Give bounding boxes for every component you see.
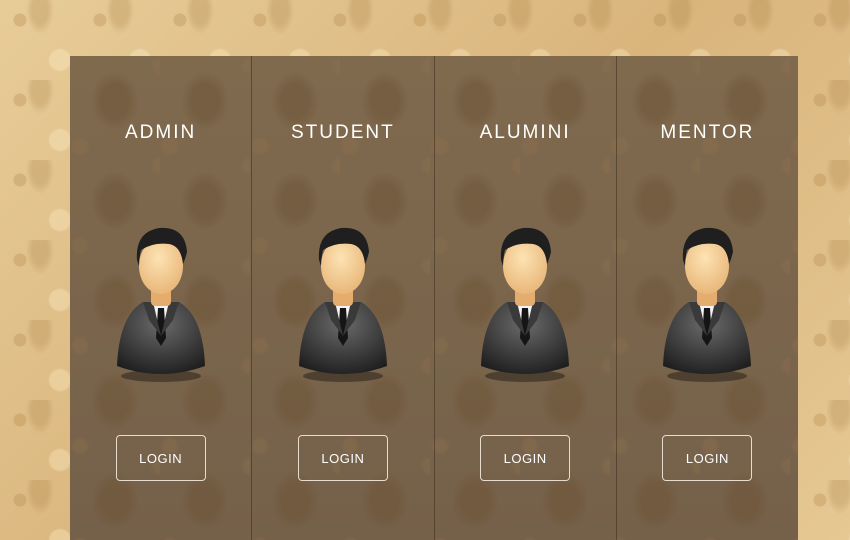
user-avatar-icon	[116, 227, 205, 382]
role-title-mentor: MENTOR	[660, 122, 755, 143]
role-card-mentor: MENTOR LOGIN	[617, 56, 798, 540]
role-panel: ADMIN LOGIN STUDENT LOGIN ALUMINI LOGIN …	[70, 56, 798, 540]
role-title-alumini: ALUMINI	[479, 122, 571, 143]
login-button-admin[interactable]: LOGIN	[115, 435, 206, 481]
user-avatar-icon	[663, 227, 752, 382]
login-button-mentor[interactable]: LOGIN	[662, 435, 753, 481]
role-card-admin: ADMIN LOGIN	[70, 56, 253, 540]
role-title-student: STUDENT	[291, 122, 395, 143]
role-card-alumini: ALUMINI LOGIN	[435, 56, 617, 540]
login-button-alumini[interactable]: LOGIN	[480, 435, 571, 481]
user-avatar-icon	[481, 227, 570, 382]
role-card-student: STUDENT LOGIN	[252, 56, 435, 540]
login-button-student[interactable]: LOGIN	[297, 435, 388, 481]
user-avatar-icon	[298, 227, 387, 382]
role-title-admin: ADMIN	[125, 122, 197, 143]
